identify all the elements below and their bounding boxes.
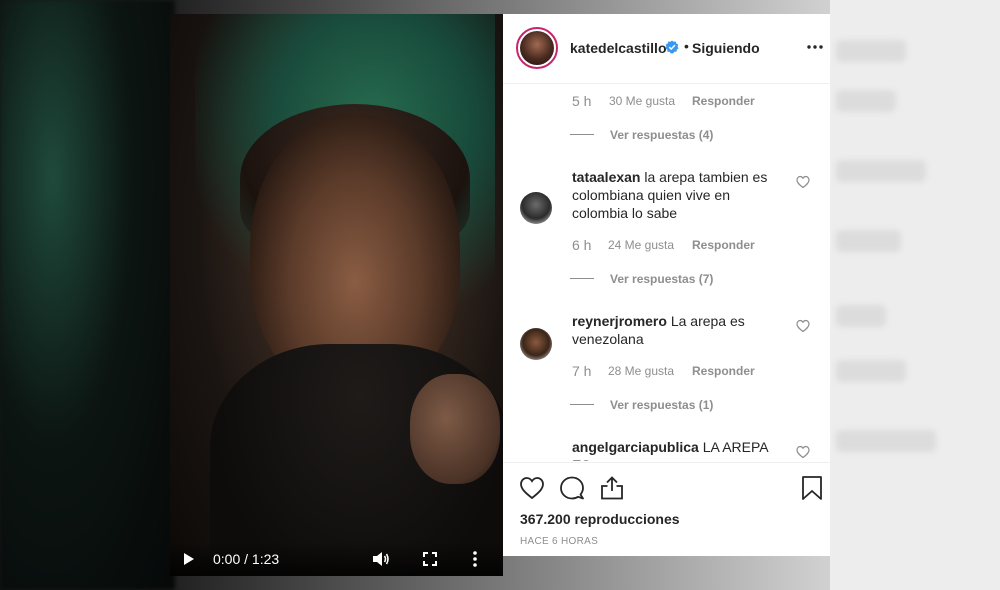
verified-icon — [665, 40, 679, 54]
blurred-background-right — [830, 0, 1000, 590]
following-button[interactable]: Siguiendo — [692, 40, 760, 56]
view-replies-button[interactable]: Ver respuestas (1) — [610, 398, 713, 412]
blurred-background-left — [0, 0, 175, 590]
view-replies-button[interactable]: Ver respuestas (7) — [610, 272, 713, 286]
kebab-icon[interactable] — [471, 551, 479, 567]
comment-likes[interactable]: 24 Me gusta — [608, 238, 674, 252]
share-icon[interactable] — [599, 475, 625, 501]
header-separator: • — [684, 38, 689, 54]
heart-icon[interactable] — [519, 475, 545, 501]
heart-icon[interactable] — [796, 319, 810, 333]
comment-likes[interactable]: 28 Me gusta — [608, 364, 674, 378]
avatar[interactable] — [520, 328, 552, 360]
comment-likes[interactable]: 30 Me gusta — [609, 94, 675, 108]
play-icon[interactable] — [182, 552, 196, 566]
reply-button[interactable]: Responder — [692, 94, 755, 108]
reply-button[interactable]: Responder — [692, 364, 755, 378]
post-side-panel: katedelcastillo • Siguiendo 5 h 30 Me gu… — [503, 14, 831, 556]
heart-icon[interactable] — [796, 445, 810, 459]
view-replies-button[interactable]: Ver respuestas (4) — [610, 128, 713, 142]
post-author-username[interactable]: katedelcastillo — [570, 40, 667, 56]
comment-username[interactable]: reynerjromero — [572, 313, 667, 329]
post-actions: 367.200 reproducciones HACE 6 HORAS — [503, 462, 831, 556]
avatar[interactable] — [520, 192, 552, 224]
avatar[interactable] — [516, 27, 558, 69]
comment-time[interactable]: 6 h — [572, 237, 591, 253]
volume-icon[interactable] — [372, 551, 390, 567]
post-header: katedelcastillo • Siguiendo — [503, 14, 831, 84]
video-player[interactable]: 0:00 / 1:23 — [170, 14, 503, 576]
comment-username[interactable]: tataalexan — [572, 169, 640, 185]
comment-time[interactable]: 5 h — [572, 93, 591, 109]
video-controls: 0:00 / 1:23 — [170, 542, 503, 576]
comment-icon[interactable] — [559, 475, 585, 501]
fullscreen-icon[interactable] — [423, 552, 437, 566]
view-count[interactable]: 367.200 reproducciones — [520, 511, 680, 527]
bookmark-icon[interactable] — [799, 475, 825, 501]
comment-username[interactable]: angelgarciapublica — [572, 439, 699, 455]
reply-button[interactable]: Responder — [692, 238, 755, 252]
comment-time[interactable]: 7 h — [572, 363, 591, 379]
comments-list[interactable]: 5 h 30 Me gusta Responder Ver respuestas… — [503, 85, 831, 461]
screenshot-stage: 0:00 / 1:23 katedelcastillo • Siguiendo — [0, 0, 1000, 590]
heart-icon[interactable] — [796, 175, 810, 189]
video-time: 0:00 / 1:23 — [213, 551, 280, 567]
post-timestamp[interactable]: HACE 6 HORAS — [520, 536, 598, 547]
more-options-icon[interactable] — [805, 40, 825, 54]
